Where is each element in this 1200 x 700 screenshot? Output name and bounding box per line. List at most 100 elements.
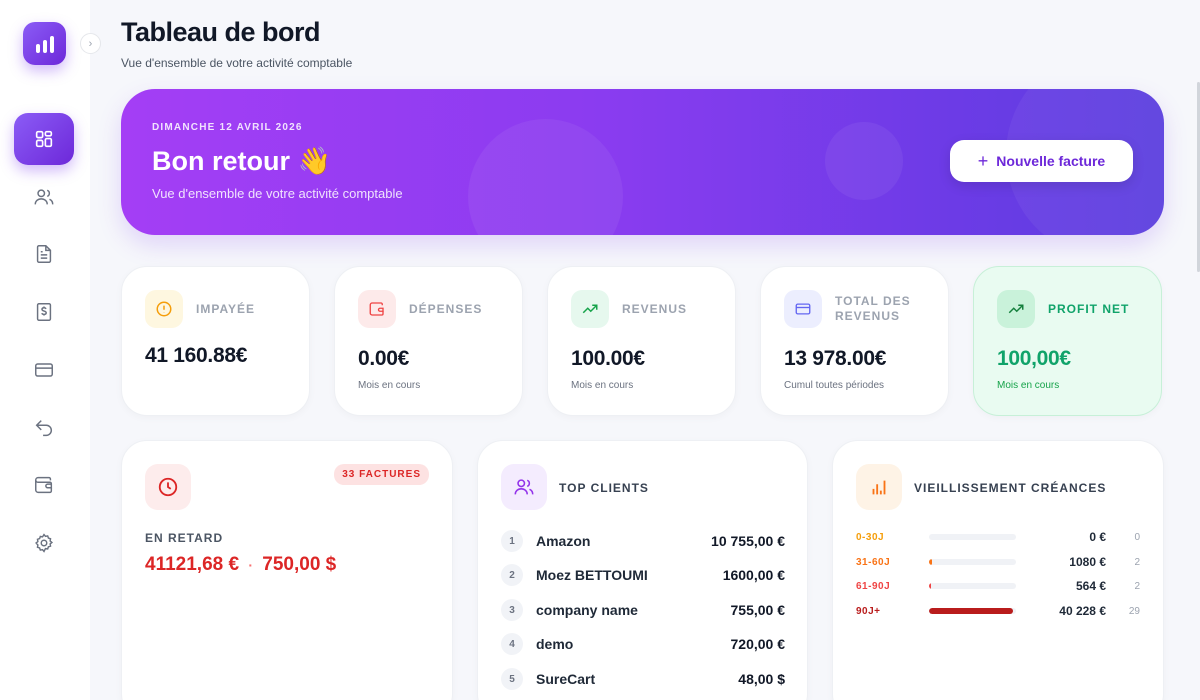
aging-amount: 564 €: [1075, 579, 1106, 593]
client-amount: 1600,00 €: [722, 567, 785, 583]
aging-amount: 1080 €: [1069, 555, 1106, 569]
client-row[interactable]: 5 SureCart 48,00 $: [501, 668, 785, 690]
kpi-label: PROFIT NET: [1048, 302, 1130, 316]
kpi-subtitle: Mois en cours: [571, 380, 634, 391]
kpi-value: 100,00€: [997, 347, 1071, 370]
wallet-icon: [35, 476, 53, 494]
alert-circle-icon: [145, 290, 183, 328]
sidebar-item-refunds[interactable]: [14, 402, 74, 454]
separator: ·: [248, 557, 253, 573]
kpi-card-expenses[interactable]: DÉPENSES 0.00€ Mois en cours: [334, 266, 523, 416]
sidebar-item-cards[interactable]: [14, 344, 74, 396]
aging-bucket-label: 0-30J: [856, 531, 885, 543]
client-row[interactable]: 1 Amazon 10 755,00 €: [501, 530, 785, 552]
overdue-amount-usd: 750,00 $: [262, 554, 337, 575]
app-logo-icon[interactable]: [23, 22, 66, 65]
kpi-card-revenue[interactable]: REVENUS 100.00€ Mois en cours: [547, 266, 736, 416]
kpi-label: IMPAYÉE: [196, 302, 256, 316]
new-invoice-label: Nouvelle facture: [996, 153, 1106, 169]
client-rank: 3: [501, 599, 523, 621]
aging-amount: 0 €: [1089, 530, 1106, 544]
client-name: SureCart: [536, 671, 596, 687]
kpi-value: 41 160.88€: [145, 344, 248, 367]
kpi-value: 13 978.00€: [784, 347, 887, 370]
kpi-subtitle: Mois en cours: [358, 380, 421, 391]
aging-row: 31-60J 1080 € 2: [856, 554, 1140, 570]
aging-count: 0: [1134, 531, 1140, 543]
settings-icon: [35, 533, 54, 553]
kpi-label: DÉPENSES: [409, 302, 483, 316]
invoice-count-badge: 33 FACTURES: [334, 464, 429, 485]
client-rank: 2: [501, 564, 523, 586]
card-title: VIEILLISSEMENT CRÉANCES: [914, 481, 1107, 495]
page-title: Tableau de bord: [121, 17, 321, 47]
aging-amount: 40 228 €: [1059, 604, 1106, 618]
wallet-icon: [358, 290, 396, 328]
aging-bar-track: [929, 583, 1016, 589]
client-amount: 720,00 €: [730, 636, 786, 652]
kpi-label-line: REVENUS: [835, 309, 901, 323]
kpi-card-net-profit[interactable]: PROFIT NET 100,00€ Mois en cours: [973, 266, 1162, 416]
sidebar-item-payments[interactable]: [14, 286, 74, 338]
aging-bar-track: [929, 608, 1016, 614]
aging-row: 61-90J 564 € 2: [856, 578, 1140, 594]
receivables-aging-card: VIEILLISSEMENT CRÉANCES 0-30J 0 € 0 31-6…: [832, 440, 1164, 700]
kpi-value: 0.00€: [358, 347, 410, 370]
client-row[interactable]: 4 demo 720,00 €: [501, 633, 785, 655]
welcome-subtitle: Vue d'ensemble de votre activité comptab…: [152, 186, 403, 201]
aging-bar-fill: [929, 559, 932, 565]
overdue-amount: 41121,68 € · 750,00 $: [145, 554, 336, 576]
decorative-circle: [825, 122, 903, 200]
kpi-label-line: TOTAL DES: [835, 294, 911, 308]
kpi-card-total-revenue[interactable]: TOTAL DES REVENUS 13 978.00€ Cumul toute…: [760, 266, 949, 416]
client-name: Moez BETTOUMI: [536, 567, 648, 583]
client-rank: 1: [501, 530, 523, 552]
sidebar: [0, 0, 90, 700]
sidebar-item-settings[interactable]: [14, 517, 74, 569]
aging-bucket-label: 90J+: [856, 605, 881, 617]
kpi-card-unpaid[interactable]: IMPAYÉE 41 160.88€: [121, 266, 310, 416]
new-invoice-button[interactable]: + Nouvelle facture: [950, 140, 1133, 182]
aging-count: 2: [1134, 580, 1140, 592]
aging-bucket-label: 61-90J: [856, 580, 891, 592]
kpi-label: TOTAL DES REVENUS: [835, 294, 911, 324]
client-amount: 48,00 $: [738, 671, 785, 687]
sidebar-item-wallet[interactable]: [14, 459, 74, 511]
card-title: TOP CLIENTS: [559, 481, 649, 495]
credit-card-icon: [784, 290, 822, 328]
aging-row: 0-30J 0 € 0: [856, 529, 1140, 545]
client-row[interactable]: 2 Moez BETTOUMI 1600,00 €: [501, 564, 785, 586]
sidebar-collapse-button[interactable]: ›: [80, 33, 101, 54]
users-icon: [501, 464, 547, 510]
client-name: company name: [536, 602, 638, 618]
overdue-label: EN RETARD: [145, 531, 224, 545]
client-name: demo: [536, 636, 574, 652]
plus-icon: +: [977, 151, 989, 171]
aging-bucket-label: 31-60J: [856, 556, 891, 568]
aging-bar-track: [929, 534, 1016, 540]
kpi-label: REVENUS: [622, 302, 688, 316]
aging-count: 2: [1134, 556, 1140, 568]
sidebar-item-invoices[interactable]: [14, 228, 74, 280]
aging-bar-fill: [929, 583, 931, 589]
overdue-card[interactable]: 33 FACTURES EN RETARD 41121,68 € · 750,0…: [121, 440, 453, 700]
client-rank: 5: [501, 668, 523, 690]
trending-up-icon: [997, 290, 1035, 328]
clock-icon: [145, 464, 191, 510]
client-row[interactable]: 3 company name 755,00 €: [501, 599, 785, 621]
client-amount: 755,00 €: [730, 602, 786, 618]
overdue-amount-eur: 41121,68 €: [145, 554, 240, 575]
kpi-subtitle: Cumul toutes périodes: [784, 380, 885, 391]
aging-bar-track: [929, 559, 1016, 565]
trending-up-icon: [571, 290, 609, 328]
sidebar-item-clients[interactable]: [14, 171, 74, 223]
sidebar-item-dashboard[interactable]: [14, 113, 74, 165]
kpi-subtitle: Mois en cours: [997, 380, 1060, 391]
document-icon: [36, 245, 52, 263]
current-date: DIMANCHE 12 AVRIL 2026: [152, 122, 303, 133]
page-subtitle: Vue d'ensemble de votre activité comptab…: [121, 56, 353, 70]
top-clients-card: TOP CLIENTS 1 Amazon 10 755,00 € 2 Moez …: [477, 440, 808, 700]
bar-chart-icon: [856, 464, 902, 510]
aging-bar-fill: [929, 608, 1013, 614]
kpi-value: 100.00€: [571, 347, 645, 370]
